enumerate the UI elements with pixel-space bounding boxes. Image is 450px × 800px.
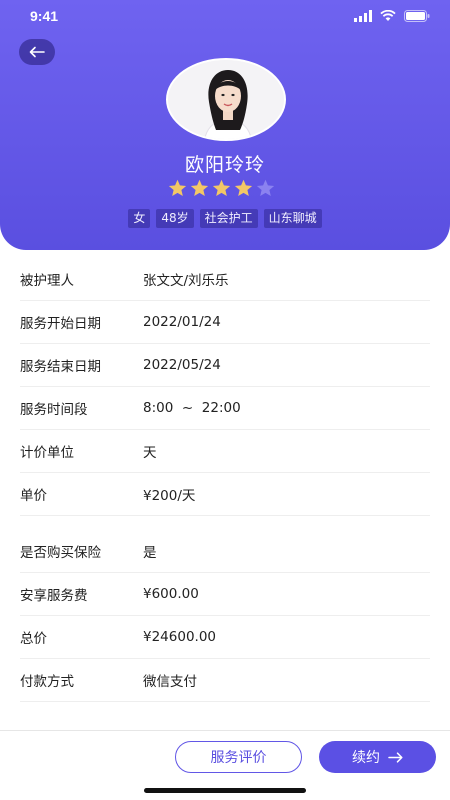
detail-label: 被护理人 — [20, 273, 74, 289]
detail-label: 单价 — [20, 488, 47, 504]
detail-value: 2022/05/24 — [143, 357, 221, 373]
caregiver-name: 欧阳玲玲 — [184, 154, 265, 176]
rating-stars — [168, 179, 275, 197]
star-empty-icon — [256, 179, 275, 197]
detail-row-insurance: 是否购买保险 是 — [20, 530, 430, 573]
detail-value: 8:00 ~ 22:00 — [143, 400, 241, 416]
star-filled-icon — [168, 179, 187, 197]
arrow-left-icon — [29, 46, 45, 58]
status-icons — [354, 10, 430, 22]
renew-button-label: 续约 — [352, 750, 380, 766]
detail-value: 是 — [143, 545, 157, 561]
detail-row-unit-price: 单价 ¥200/天 — [20, 473, 430, 516]
detail-value: 张文文/刘乐乐 — [143, 273, 229, 289]
avatar — [166, 58, 286, 141]
detail-value: 微信支付 — [143, 674, 197, 690]
tag-age: 48岁 — [156, 209, 194, 228]
back-button[interactable] — [19, 39, 55, 65]
detail-label: 服务结束日期 — [20, 359, 101, 375]
detail-row-payment-method: 付款方式 微信支付 — [20, 659, 430, 702]
detail-value: ¥24600.00 — [143, 629, 217, 645]
detail-row-care-recipient: 被护理人 张文文/刘乐乐 — [20, 258, 430, 301]
profile-tags: 女 48岁 社会护工 山东聊城 — [0, 209, 450, 228]
detail-row-end-date: 服务结束日期 2022/05/24 — [20, 344, 430, 387]
detail-label: 付款方式 — [20, 674, 74, 690]
star-filled-icon — [234, 179, 253, 197]
tag-occupation: 社会护工 — [199, 209, 258, 228]
detail-value: ¥600.00 — [143, 586, 199, 602]
detail-label: 总价 — [20, 631, 47, 647]
renew-button[interactable]: 续约 — [319, 741, 436, 773]
detail-row-start-date: 服务开始日期 2022/01/24 — [20, 301, 430, 344]
tag-gender: 女 — [128, 209, 151, 228]
detail-label: 计价单位 — [20, 445, 74, 461]
detail-row-time-slot: 服务时间段 8:00 ~ 22:00 — [20, 387, 430, 430]
detail-label: 是否购买保险 — [20, 545, 101, 561]
signal-icon — [354, 10, 372, 22]
star-filled-icon — [190, 179, 209, 197]
detail-label: 安享服务费 — [20, 588, 88, 604]
profile-header: 9:41 欧阳玲玲 女 48岁 社会护工 山东聊城 — [0, 0, 450, 250]
detail-value: 2022/01/24 — [143, 314, 221, 330]
review-button[interactable]: 服务评价 — [175, 741, 302, 773]
status-bar: 9:41 — [0, 0, 450, 34]
star-filled-icon — [212, 179, 231, 197]
arrow-right-icon — [388, 751, 403, 763]
detail-label: 服务开始日期 — [20, 316, 101, 332]
status-time: 9:41 — [30, 8, 59, 24]
detail-row-pricing-unit: 计价单位 天 — [20, 430, 430, 473]
home-indicator — [144, 788, 306, 793]
detail-label: 服务时间段 — [20, 402, 88, 418]
detail-row-total: 总价 ¥24600.00 — [20, 616, 430, 659]
tag-location: 山东聊城 — [263, 209, 322, 228]
review-button-label: 服务评价 — [210, 750, 267, 766]
battery-icon — [404, 10, 430, 22]
detail-value: ¥200/天 — [143, 488, 196, 504]
detail-value: 天 — [143, 445, 157, 461]
detail-row-service-fee: 安享服务费 ¥600.00 — [20, 573, 430, 616]
order-details: 被护理人 张文文/刘乐乐 服务开始日期 2022/01/24 服务结束日期 20… — [20, 258, 430, 702]
avatar-photo — [168, 60, 284, 139]
wifi-icon — [380, 10, 396, 21]
